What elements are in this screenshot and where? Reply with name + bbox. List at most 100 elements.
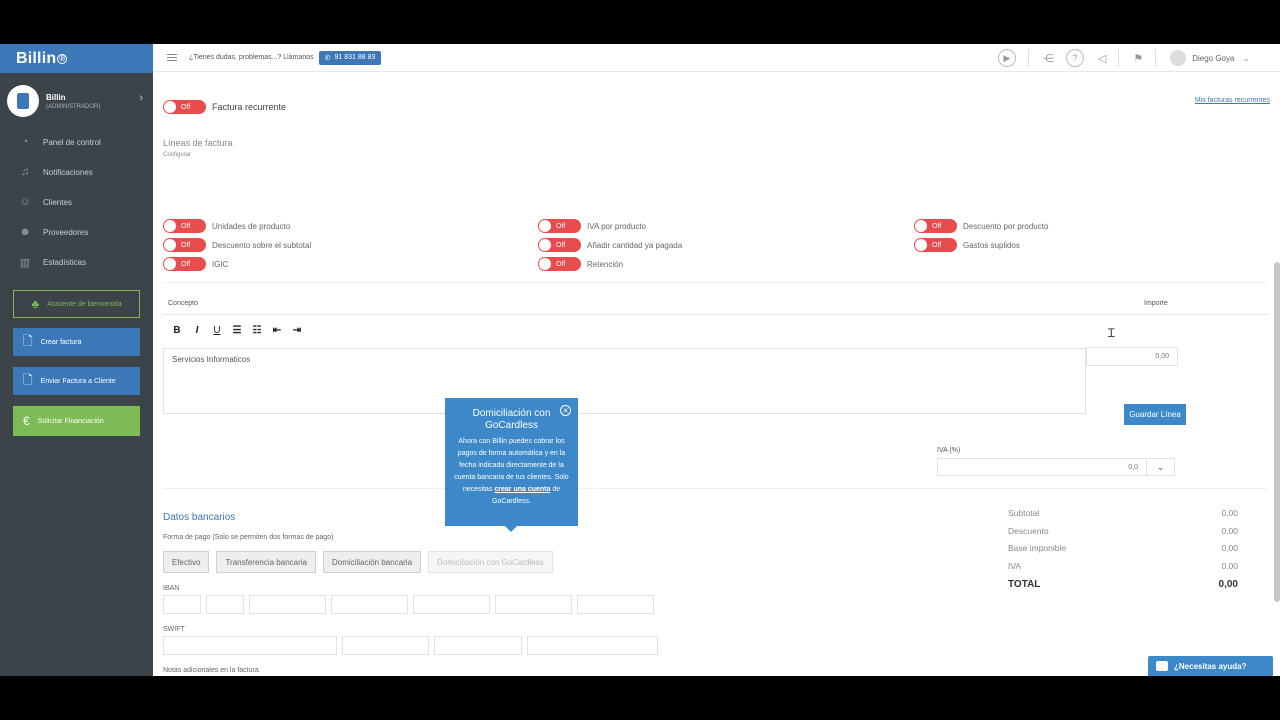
user-name: Diego Goya — [1192, 53, 1235, 63]
chevron-down-icon: ⌄ — [1146, 459, 1174, 475]
sidebar-item-suppliers[interactable]: ☻ Proveedores — [0, 217, 153, 247]
help-text: ¿Tienes dudas, problemas...? Llámanos — [189, 54, 314, 61]
vat-label: IVA (%) — [937, 447, 961, 454]
outdent-icon[interactable]: ⇤ — [267, 325, 287, 336]
total-row: Descuento 0,00 — [1008, 526, 1238, 544]
concept-label: Concepto — [168, 300, 198, 307]
request-financing-button[interactable]: € Solicitar Financiación — [13, 406, 140, 436]
payment-method-label: Forma de pago (Solo se permiten dos form… — [163, 534, 334, 541]
row-value: 0,00 — [1221, 543, 1238, 553]
create-account-link[interactable]: crear una cuenta — [494, 486, 550, 493]
sidebar-item-clients[interactable]: ☺ Clientes — [0, 187, 153, 217]
option-toggle[interactable]: Off — [538, 219, 581, 233]
option-toggle[interactable]: Off — [914, 219, 957, 233]
help-icon[interactable]: ? — [1065, 49, 1084, 67]
sidebar-item-dashboard[interactable]: ◔ Panel de control — [0, 127, 153, 157]
sidebar-item-statistics[interactable]: ▥ Estadísticas — [0, 247, 153, 277]
swift-input-3[interactable] — [434, 636, 522, 655]
iban-input-5[interactable] — [413, 595, 490, 614]
euro-icon: € — [23, 414, 30, 428]
swift-input-4[interactable] — [527, 636, 658, 655]
iban-input-1[interactable] — [163, 595, 201, 614]
recurrent-invoice-option: Off Factura recurrente — [163, 100, 286, 114]
welcome-assistant-button[interactable]: ♣ Asistente de bienvenida — [13, 290, 140, 318]
iban-input-6[interactable] — [495, 595, 572, 614]
italic-icon[interactable]: I — [187, 325, 207, 336]
send-document-icon: 🗋 — [23, 372, 33, 387]
option-toggle[interactable]: Off — [914, 238, 957, 252]
swift-input-2[interactable] — [342, 636, 429, 655]
bullet-list-icon[interactable]: ☰ — [227, 325, 247, 336]
option-igic: Off IGIC — [163, 257, 228, 271]
amount-label: Importe — [1144, 300, 1168, 307]
swift-label: SWIFT — [163, 626, 185, 633]
send-invoice-button[interactable]: 🗋 Enviar Factura a Cliente — [13, 367, 140, 395]
payment-direct-debit-button[interactable]: Domiciliación bancaria — [323, 551, 422, 573]
invoice-form: Off Factura recurrente Mis facturas recu… — [153, 72, 1280, 676]
row-value: 0,00 — [1221, 560, 1238, 571]
payment-cash-button[interactable]: Efectivo — [163, 551, 210, 573]
share-icon[interactable]: ⋲ — [1043, 52, 1054, 65]
play-icon[interactable]: ▶ — [997, 49, 1016, 67]
option-label: Descuento por producto — [963, 221, 1049, 231]
avatar — [1170, 50, 1187, 66]
sidebar-item-label: Notificaciones — [43, 167, 93, 177]
top-actions: ▶ ⋲ ? ◁ ⚑ Diego Goya ⌄ — [986, 44, 1250, 72]
row-value: 0,00 — [1221, 508, 1238, 518]
iban-input-4[interactable] — [331, 595, 408, 614]
user-menu[interactable]: Diego Goya ⌄ — [1170, 50, 1250, 66]
account-switcher[interactable]: Billin (ADMINISTRADOR) › — [0, 79, 153, 123]
brand-logo[interactable]: Billin ® — [0, 44, 153, 73]
sidebar-item-notifications[interactable]: ♫ Notificaciones — [0, 157, 153, 187]
numbered-list-icon[interactable]: ☷ — [247, 325, 267, 336]
vat-select[interactable]: 0,0 ⌄ — [937, 458, 1175, 476]
option-toggle[interactable]: Off — [163, 219, 206, 233]
option-toggle[interactable]: Off — [538, 257, 581, 271]
button-label: Solicitar Financiación — [37, 417, 104, 425]
users-icon: ☺ — [19, 196, 31, 208]
option-toggle[interactable]: Off — [163, 257, 206, 271]
configure-link[interactable]: Configurar — [163, 152, 191, 158]
option-discount-per-product: Off Descuento por producto — [914, 219, 1048, 233]
phone-button[interactable]: ✆ 91 831 88 83 — [318, 50, 382, 65]
concept-editor[interactable]: Servicios Informaticos — [163, 348, 1086, 414]
row-label: IVA — [1008, 560, 1022, 571]
recurrent-toggle[interactable]: Off — [163, 100, 206, 114]
amount-input[interactable]: 0,00 — [1086, 347, 1178, 366]
iban-input-7[interactable] — [577, 595, 654, 614]
close-icon[interactable]: ✕ — [560, 405, 571, 416]
megaphone-icon[interactable]: ◁ — [1098, 52, 1106, 65]
menu-icon[interactable] — [167, 54, 177, 61]
indent-icon[interactable]: ⇥ — [287, 325, 307, 336]
divider — [163, 488, 1268, 489]
vertical-scrollbar[interactable] — [1274, 262, 1280, 602]
separator — [1027, 49, 1029, 67]
option-toggle[interactable]: Off — [538, 238, 581, 252]
help-chat-button[interactable]: ¿Necesitas ayuda? — [1148, 656, 1273, 676]
account-name: Billin — [46, 92, 66, 102]
iban-input-2[interactable] — [206, 595, 244, 614]
phone-number: 91 831 88 83 — [334, 54, 376, 61]
totals-summary: Subtotal 0,00 Descuento 0,00 Base imponibl… — [1008, 508, 1238, 597]
create-invoice-button[interactable]: 🗋 Crear factura — [13, 328, 140, 356]
flag-icon[interactable]: ⚑ — [1133, 52, 1143, 65]
save-line-button[interactable]: Guardar Línea — [1124, 404, 1186, 425]
option-toggle[interactable]: Off — [163, 238, 206, 252]
underline-icon[interactable]: U — [207, 325, 227, 336]
my-recurrent-invoices-link[interactable]: Mis facturas recurrentes — [1195, 97, 1270, 104]
iban-input-3[interactable] — [249, 595, 326, 614]
bell-icon: ♫ — [20, 166, 30, 178]
sidebar-item-label: Estadísticas — [43, 257, 87, 267]
option-label: Unidades de producto — [212, 221, 291, 231]
top-bar: ¿Tienes dudas, problemas...? Llámanos ✆ … — [153, 44, 1280, 72]
bold-icon[interactable]: B — [167, 325, 187, 336]
option-label: Descuento sobre el subtotal — [212, 240, 312, 250]
swift-input-1[interactable] — [163, 636, 337, 655]
toggle-state: Off — [181, 260, 191, 268]
company-avatar — [7, 85, 39, 117]
toggle-state: Off — [932, 241, 942, 249]
payment-gocardless-button[interactable]: Domiciliación con GoCardless — [428, 551, 553, 573]
bank-details-title: Datos bancarios — [163, 512, 236, 523]
payment-transfer-button[interactable]: Transferencia bancaria — [216, 551, 316, 573]
tooltip-text: Ahora con Billin puedes cobrar los pagos… — [454, 438, 569, 493]
